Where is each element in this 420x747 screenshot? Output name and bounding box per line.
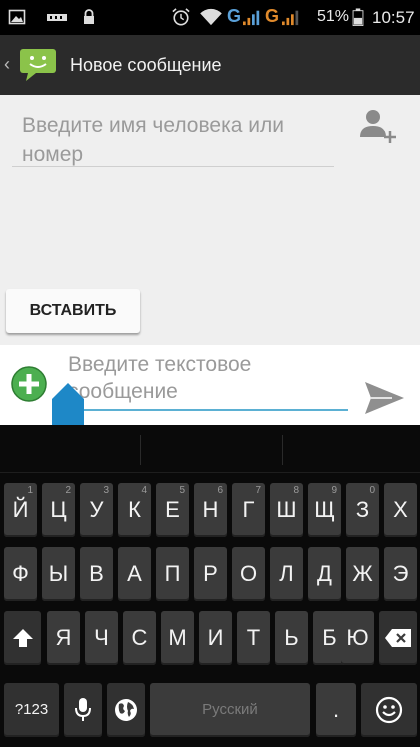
key-и[interactable]: И [199,611,232,665]
key-label: Н [202,497,219,522]
key-р[interactable]: Р [194,547,227,601]
send-icon[interactable] [362,379,406,417]
suggestion-strip [0,425,420,473]
shift-arrow-icon [12,629,33,647]
key-у[interactable]: У3 [80,483,113,537]
key-э[interactable]: Э [384,547,417,601]
symbols-key[interactable]: ?123 [4,683,59,737]
key-л[interactable]: Л [270,547,303,601]
key-ф[interactable]: Ф [4,547,37,601]
key-ь[interactable]: Ь [275,611,308,665]
clock: 10:57 [372,8,415,27]
key-ы[interactable]: Ы [42,547,75,601]
key-е[interactable]: Е5 [156,483,189,537]
key-hint: 1 [27,485,33,496]
key-label: Ц [50,497,67,522]
key-щ[interactable]: Щ9 [308,483,341,537]
key-н[interactable]: Н6 [194,483,227,537]
emoji-key[interactable] [361,683,417,737]
shift-key[interactable] [4,611,41,665]
key-label: З [355,497,370,522]
action-bar: ‹ Новое сообщение [0,35,420,95]
key-о[interactable]: О [232,547,265,601]
on-screen-keyboard: Й1 Ц2 У3 К4 Е5 Н6 Г7 Ш8 Щ9 З0 Х Ф Ы В А … [0,425,420,747]
key-с[interactable]: С [123,611,156,665]
message-input[interactable]: Введите текстовое сообщение [66,349,348,411]
battery-icon [352,8,364,26]
key-label: Й [12,497,29,522]
key-й[interactable]: Й1 [4,483,37,537]
key-к[interactable]: К4 [118,483,151,537]
backspace-icon [385,629,411,647]
key-ц[interactable]: Ц2 [42,483,75,537]
battery-percent: 51% [317,8,350,25]
key-label: Щ [314,497,335,522]
key-м[interactable]: М [161,611,194,665]
key-hint: 3 [103,485,109,496]
add-contact-icon[interactable] [356,107,400,147]
key-label: Х [393,497,408,522]
key-д[interactable]: Д [308,547,341,601]
key-т[interactable]: Т [237,611,270,665]
key-ч[interactable]: Ч [85,611,118,665]
signal-2-icon [282,10,299,26]
key-а[interactable]: А [118,547,151,601]
key-hint: 9 [331,485,337,496]
signal-1-icon [243,10,260,26]
suggestion-divider [282,435,283,465]
globe-icon [115,699,137,721]
usb-debug-icon [47,14,67,21]
key-label: Г [242,497,255,522]
compose-bar: Введите текстовое сообщение [0,345,420,429]
key-ж[interactable]: Ж [346,547,379,601]
smiley-icon [375,696,403,724]
message-placeholder: Введите текстовое сообщение [68,353,252,403]
voice-input-key[interactable] [64,683,102,737]
key-з[interactable]: З0 [346,483,379,537]
key-hint: 8 [293,485,299,496]
message-input-underline [66,409,348,411]
wifi-icon [200,8,222,26]
key-п[interactable]: П [156,547,189,601]
page-title: Новое сообщение [70,55,222,75]
key-hint: 4 [141,485,147,496]
recipient-placeholder: Введите имя человека или номер [22,114,284,166]
network-type-1: G [227,6,242,26]
key-х[interactable]: Х [384,483,417,537]
messaging-app-icon[interactable] [18,47,58,83]
recipient-area: Введите имя человека или номер ВСТАВИТЬ [0,95,420,345]
recipient-field[interactable]: Введите имя человека или номер [12,107,334,167]
network-type-2: G [265,6,280,26]
key-hint: 7 [255,485,261,496]
key-label: К [128,497,141,522]
key-я[interactable]: Я [47,611,80,665]
key-label: Ш [276,497,297,522]
spacebar-key[interactable]: Русский [150,683,310,737]
key-г[interactable]: Г7 [232,483,265,537]
key-hint: 6 [217,485,223,496]
key-label: У [89,497,104,522]
period-key[interactable]: . [316,683,356,737]
attach-plus-icon[interactable] [10,365,48,403]
microphone-icon [75,698,91,721]
key-hint: 5 [179,485,185,496]
key-hint: 2 [65,485,71,496]
backspace-key[interactable] [379,611,417,665]
key-ю[interactable]: Ю [341,611,374,665]
paste-button[interactable]: ВСТАВИТЬ [6,289,140,333]
key-label: Е [165,497,180,522]
key-в[interactable]: В [80,547,113,601]
back-chevron-icon[interactable]: ‹ [4,54,10,75]
status-bar: G G 51% 10:57 [0,0,420,35]
alarm-icon [172,8,190,26]
language-key[interactable] [107,683,145,737]
suggestion-divider [140,435,141,465]
key-hint: 0 [369,485,375,496]
text-cursor-handle[interactable] [52,383,84,429]
lock-icon [84,9,94,24]
key-ш[interactable]: Ш8 [270,483,303,537]
image-notification-icon [8,9,26,25]
